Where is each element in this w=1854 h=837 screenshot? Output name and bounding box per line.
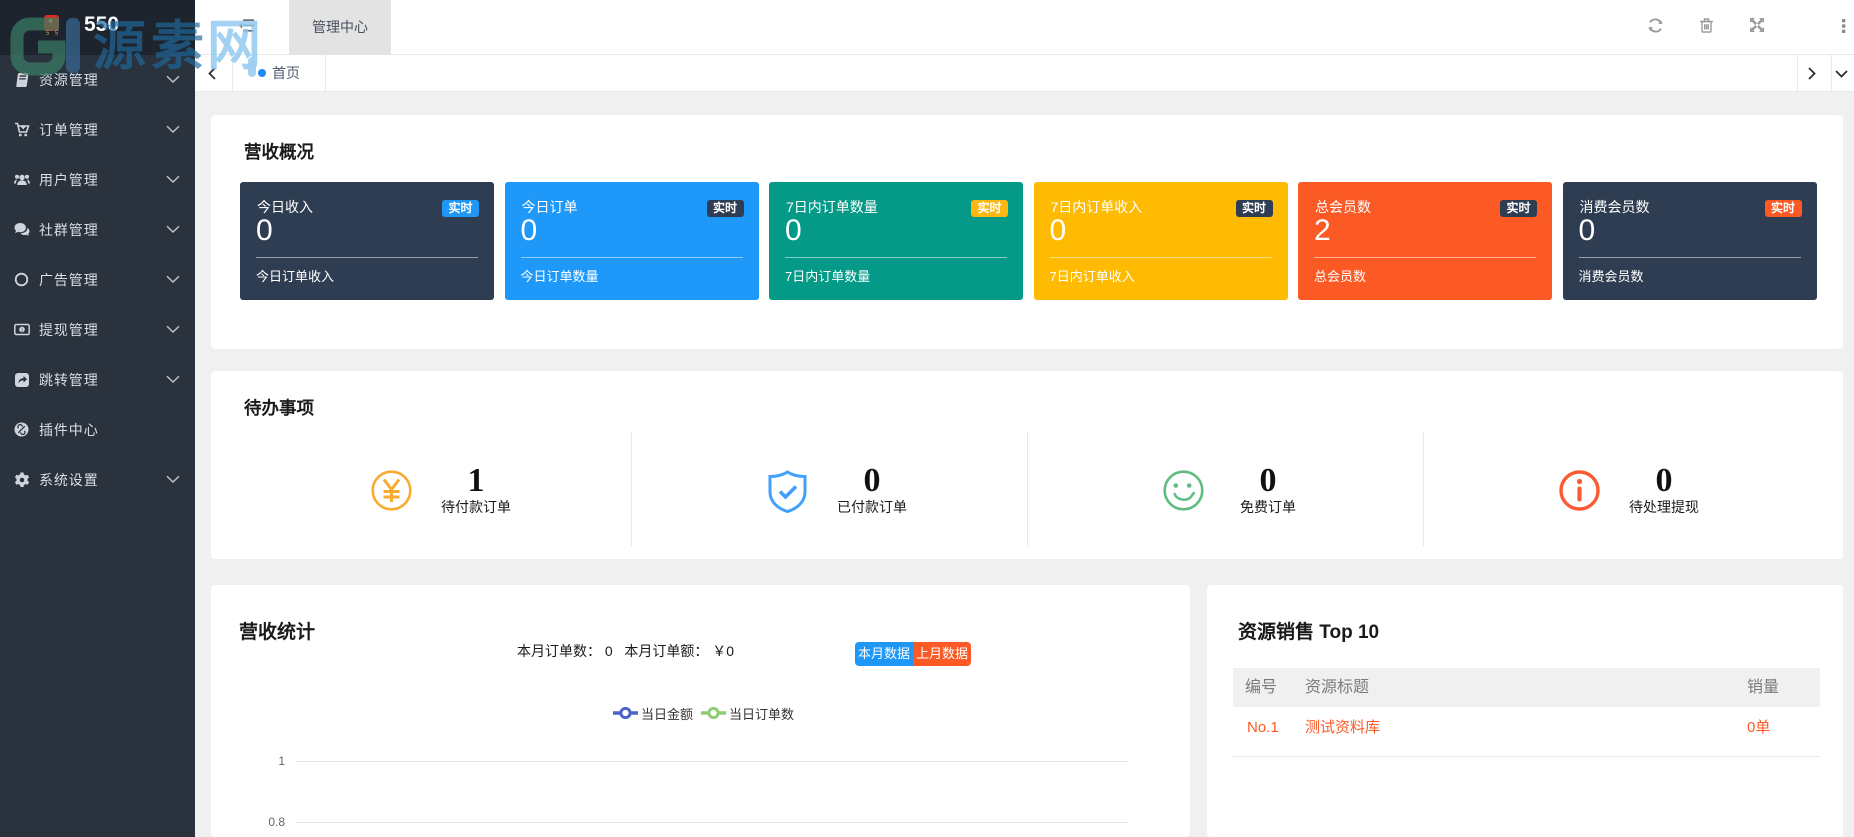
svg-text:素: 素 bbox=[151, 17, 204, 76]
svg-text:源: 源 bbox=[93, 17, 146, 76]
